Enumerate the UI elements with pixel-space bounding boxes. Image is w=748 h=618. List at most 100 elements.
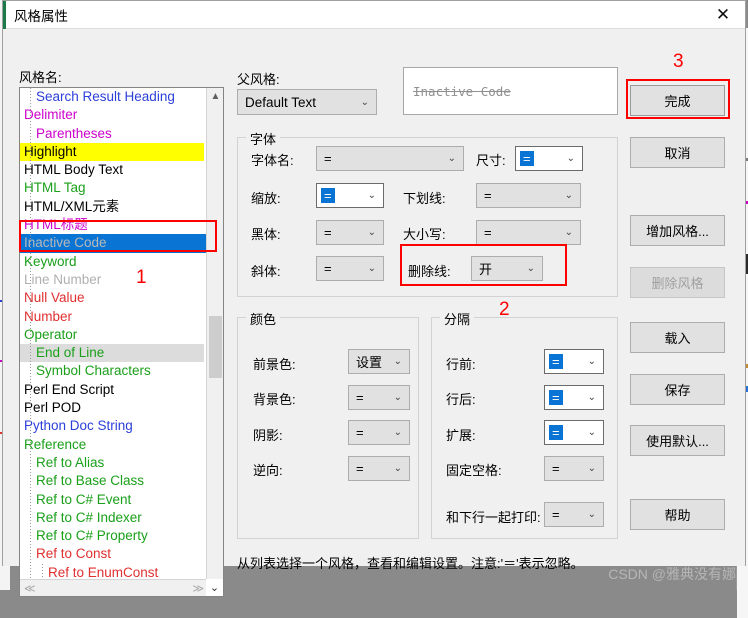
preview-text: Inactive Code (413, 84, 511, 99)
list-item[interactable]: Ref to Alias (20, 454, 208, 472)
list-item[interactable]: Parentheses (20, 125, 208, 143)
spacing-field-combo-3[interactable]: = ⌄ (544, 456, 604, 481)
close-icon[interactable]: ✕ (701, 1, 745, 29)
font-field-label-7: 删除线: (408, 264, 451, 279)
style-list-items[interactable]: Search Result Heading Delimiter Parenthese… (20, 88, 208, 581)
font-field-combo-6[interactable]: = ⌄ (316, 256, 384, 281)
font-field-combo-2-value: = (317, 188, 368, 203)
font-field-combo-4[interactable]: = ⌄ (316, 220, 384, 245)
chevron-up-icon[interactable]: ▲ (207, 88, 223, 105)
list-item[interactable]: Perl End Script (20, 381, 208, 399)
window-title: 风格属性 (14, 8, 68, 24)
color-group-legend: 颜色 (246, 309, 281, 328)
spacing-field-combo-3-value: = (552, 461, 560, 476)
status-hint-text: 从列表选择一个风格，查看和编辑设置。注意:'＝'表示忽略。 (237, 556, 584, 571)
style-properties-dialog: 风格属性 ✕ 风格名: Search Result Heading Delimit… (2, 0, 746, 597)
chevron-left-icon[interactable]: ≪ (20, 582, 40, 595)
spacing-field-combo-2[interactable]: = ⌄ (544, 420, 604, 445)
spacing-field-combo-2-value: = (545, 425, 588, 440)
list-item[interactable]: Ref to Base Class (20, 472, 208, 490)
list-item[interactable]: Null Value (20, 289, 208, 307)
list-item[interactable]: Symbol Characters (20, 362, 208, 380)
list-item[interactable]: Reference (20, 436, 208, 454)
list-item[interactable]: Ref to C# Event (20, 491, 208, 509)
color-field-combo-3-value: = (356, 461, 364, 476)
font-field-combo-0-value: = (324, 151, 332, 166)
list-horizontal-scrollbar[interactable]: ≪ ≫ (20, 579, 208, 596)
chevron-down-icon: ⌄ (526, 263, 535, 274)
spacing-field-label-4: 和下行一起打印: (446, 510, 541, 525)
list-item[interactable]: Python Doc String (20, 417, 208, 435)
color-field-combo-1-value: = (356, 390, 364, 405)
font-field-combo-5[interactable]: = ⌄ (476, 220, 581, 245)
list-item[interactable]: Inactive Code (20, 234, 208, 253)
dialog-body: 风格名: Search Result Heading Delimiter Paren… (3, 29, 745, 597)
add-style-button[interactable]: 增加风格... (630, 215, 725, 246)
color-field-combo-2-value: = (356, 425, 364, 440)
font-field-combo-7-value: 开 (479, 262, 493, 277)
list-item[interactable]: Ref to Const (20, 545, 208, 563)
list-item[interactable]: HTML/XML元素 (20, 198, 208, 216)
font-field-combo-2[interactable]: = ⌄ (316, 183, 384, 208)
tree-guide-line (30, 88, 31, 581)
callout-marker-2: 2 (499, 299, 510, 320)
font-field-combo-1-selected-text: = (520, 151, 534, 166)
font-field-combo-0[interactable]: = ⌄ (316, 146, 464, 171)
list-item[interactable]: Perl POD (20, 399, 208, 417)
list-item[interactable]: Operator (20, 326, 208, 344)
parent-style-combo[interactable]: Default Text ⌄ (237, 89, 377, 115)
spacing-field-combo-0-selected-text: = (549, 354, 563, 369)
chevron-down-icon: ⌄ (393, 427, 402, 438)
list-item[interactable]: Search Result Heading (20, 88, 208, 106)
spacing-field-combo-1-selected-text: = (549, 390, 563, 405)
list-item[interactable]: HTML标题 (20, 216, 208, 234)
list-item[interactable]: Ref to C# Indexer (20, 509, 208, 527)
style-name-label: 风格名: (19, 70, 62, 85)
list-item[interactable]: HTML Body Text (20, 161, 208, 179)
chevron-down-icon: ⌄ (360, 96, 369, 108)
font-field-combo-3[interactable]: = ⌄ (476, 183, 581, 208)
list-item[interactable]: Number (20, 308, 208, 326)
style-list[interactable]: Search Result Heading Delimiter Parenthese… (19, 87, 224, 597)
font-field-combo-1[interactable]: = ⌄ (515, 146, 583, 171)
list-item[interactable]: Ref to C# Property (20, 527, 208, 545)
chevron-down-icon: ⌄ (587, 463, 596, 474)
use-default-button[interactable]: 使用默认... (630, 425, 725, 456)
list-item[interactable]: Keyword (20, 253, 208, 271)
color-field-combo-0[interactable]: 设置 ⌄ (348, 349, 410, 374)
chevron-down-icon: ⌄ (367, 263, 376, 274)
list-item[interactable]: Delimiter (20, 106, 208, 124)
list-item[interactable]: End of Line (20, 344, 204, 363)
chevron-down-icon[interactable]: ⌄ (206, 579, 223, 596)
font-field-combo-6-value: = (324, 261, 332, 276)
spacing-field-label-1: 行后: (446, 392, 476, 407)
list-item[interactable]: HTML Tag (20, 179, 208, 197)
watermark: CSDN @雅典没有娜 (608, 566, 736, 582)
font-field-combo-3-value: = (484, 188, 492, 203)
color-field-combo-2[interactable]: = ⌄ (348, 420, 410, 445)
callout-marker-3: 3 (673, 51, 684, 72)
list-item[interactable]: Highlight (20, 142, 204, 162)
spacing-field-combo-4[interactable]: = ⌄ (544, 502, 604, 527)
help-button[interactable]: 帮助 (630, 499, 725, 530)
list-item[interactable]: Line Number (20, 271, 208, 289)
load-button[interactable]: 载入 (630, 322, 725, 353)
spacing-field-combo-0[interactable]: = ⌄ (544, 349, 604, 374)
spacing-field-label-0: 行前: (446, 357, 476, 372)
save-button[interactable]: 保存 (630, 374, 725, 405)
chevron-down-icon: ⌄ (367, 227, 376, 238)
color-field-combo-1[interactable]: = ⌄ (348, 385, 410, 410)
font-field-combo-5-value: = (484, 225, 492, 240)
spacing-field-combo-0-value: = (545, 354, 588, 369)
style-preview-box: Inactive Code (403, 67, 618, 115)
scrollbar-thumb[interactable] (209, 316, 222, 378)
color-field-combo-3[interactable]: = ⌄ (348, 456, 410, 481)
spacing-field-combo-1[interactable]: = ⌄ (544, 385, 604, 410)
parent-style-value: Default Text (245, 94, 317, 110)
color-field-label-3: 逆向: (253, 463, 283, 478)
color-field-combo-0-value: 设置 (356, 355, 383, 370)
font-field-combo-7[interactable]: 开 ⌄ (471, 256, 543, 281)
list-vertical-scrollbar[interactable]: ▲ (206, 88, 223, 581)
done-button[interactable]: 完成 (630, 85, 725, 116)
cancel-button[interactable]: 取消 (630, 137, 725, 168)
